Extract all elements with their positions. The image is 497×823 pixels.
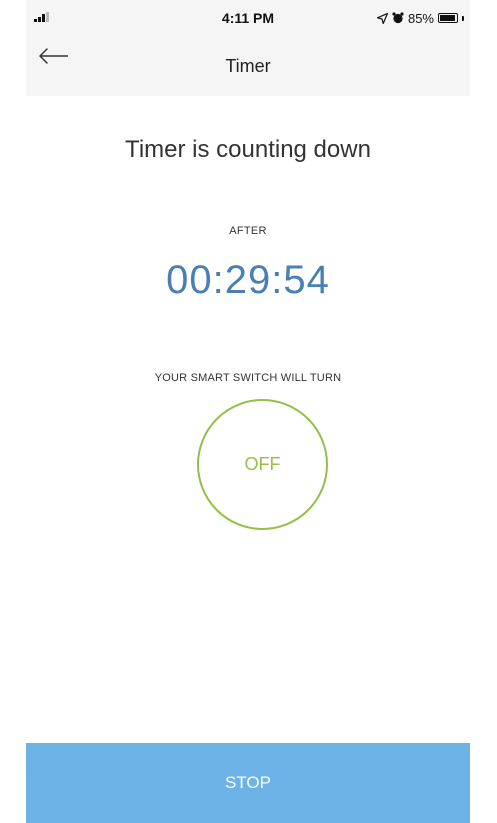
after-label: AFTER <box>229 225 267 237</box>
status-right-group: 85% <box>376 10 464 26</box>
countdown-display: 00:29:54 <box>166 258 330 302</box>
switch-action-label: YOUR SMART SWITCH WILL TURN <box>154 372 342 384</box>
target-state-circle: OFF <box>197 399 328 530</box>
battery-tip <box>462 15 464 21</box>
page-title: Timer <box>225 56 271 76</box>
target-state-text: OFF <box>244 454 281 474</box>
stop-button[interactable]: STOP <box>26 743 470 823</box>
battery-percent: 85% <box>407 10 434 26</box>
battery-icon <box>438 13 458 23</box>
status-bar: 4:11 PM 85% <box>26 0 470 36</box>
alarm-icon <box>392 12 404 24</box>
timer-headline: Timer is counting down <box>125 136 371 163</box>
timer-screen: 4:11 PM 85% Timer Timer is counting down… <box>26 0 470 823</box>
location-icon <box>376 12 388 24</box>
